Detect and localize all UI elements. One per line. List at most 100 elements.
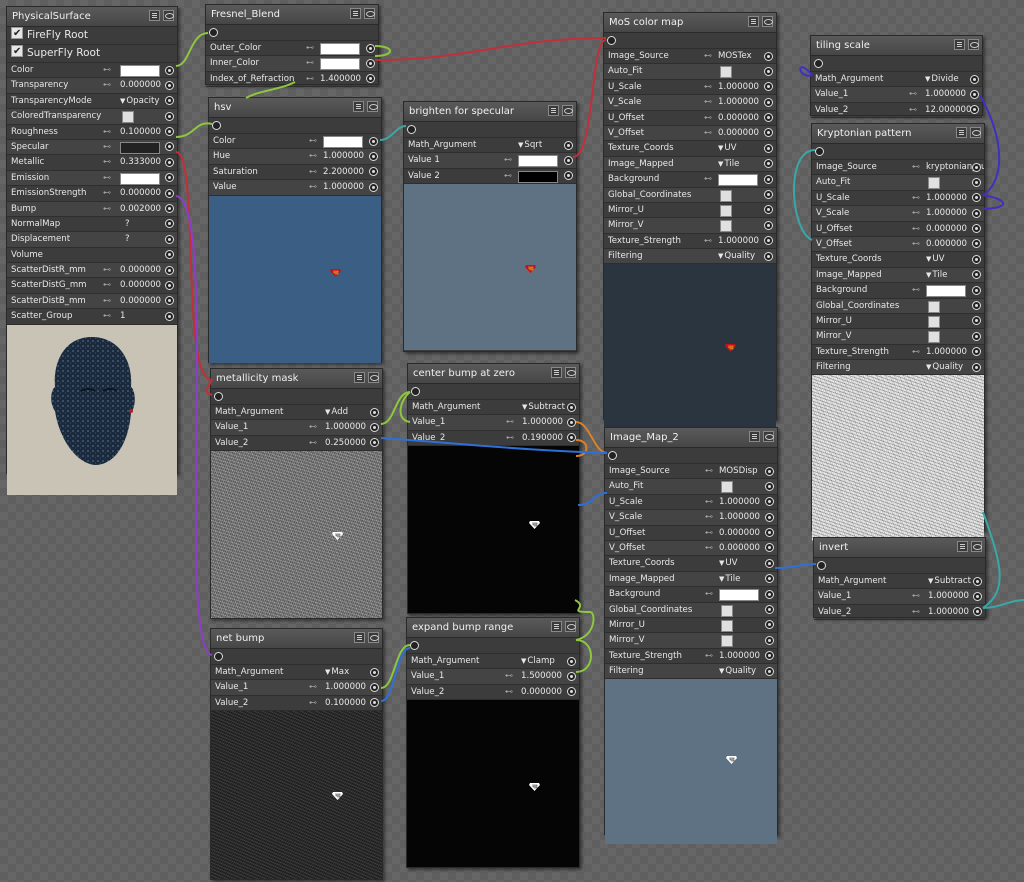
checkbox[interactable] — [720, 220, 732, 233]
checkbox[interactable] — [122, 111, 134, 124]
param-value[interactable]: 12.000000 — [925, 103, 971, 117]
node-menu-icon[interactable] — [551, 367, 562, 378]
key-icon[interactable]: ⊷ — [103, 186, 111, 200]
key-icon[interactable]: ⊷ — [103, 278, 111, 292]
node-menu-icon[interactable] — [956, 127, 967, 138]
param-value[interactable]: 0.100000 — [325, 696, 366, 710]
input-port-icon[interactable] — [972, 362, 981, 372]
param-row[interactable]: U_Offset ⊷ 0.000000 — [812, 222, 984, 237]
param-row[interactable]: Scatter_Group ⊷ 1 — [7, 309, 177, 325]
param-row[interactable]: Math_Argument Max — [211, 665, 382, 681]
param-value[interactable]: ? — [125, 217, 130, 231]
key-icon[interactable]: ⊷ — [306, 56, 314, 70]
param-row[interactable]: V_Offset ⊷ 0.000000 — [604, 125, 776, 142]
input-port-icon[interactable] — [567, 656, 576, 666]
input-port-icon[interactable] — [165, 219, 174, 229]
input-port-icon[interactable] — [972, 270, 981, 280]
key-icon[interactable]: ⊷ — [912, 237, 920, 251]
node-menu-icon[interactable] — [548, 105, 559, 116]
input-port-icon[interactable] — [165, 80, 174, 90]
param-value[interactable]: 1.000000 — [926, 345, 967, 359]
key-icon[interactable]: ⊷ — [704, 234, 712, 248]
input-port-icon[interactable] — [764, 174, 773, 184]
param-value[interactable]: 1.500000 — [521, 669, 562, 683]
input-port-icon[interactable] — [972, 347, 981, 357]
checkbox[interactable] — [720, 66, 732, 79]
key-icon[interactable]: ⊷ — [705, 510, 713, 524]
dropdown[interactable]: UV — [718, 141, 736, 155]
preview-toggle-icon[interactable] — [163, 10, 174, 21]
key-icon[interactable]: ⊷ — [705, 464, 713, 478]
input-port-icon[interactable] — [567, 417, 576, 427]
input-port-icon[interactable] — [765, 497, 774, 507]
node-tiling-scale[interactable]: tiling scale Math_Argument Divide Value_1 ⊷… — [810, 35, 983, 119]
dropdown[interactable]: Add — [325, 405, 348, 419]
input-port-icon[interactable] — [970, 105, 979, 115]
param-row[interactable]: Texture_Coords UV — [604, 141, 776, 157]
node-menu-icon[interactable] — [749, 431, 760, 442]
param-value[interactable]: 1.000000 — [719, 510, 760, 524]
key-icon[interactable]: ⊷ — [506, 431, 514, 445]
node-title-bar[interactable]: hsv — [209, 98, 381, 118]
param-row[interactable]: TransparencyMode Opacity — [7, 94, 177, 110]
input-port-icon[interactable] — [564, 155, 573, 165]
param-value[interactable]: 0.000000 — [120, 263, 161, 277]
key-icon[interactable]: ⊷ — [505, 669, 513, 683]
preview-toggle-icon[interactable] — [562, 105, 573, 116]
dropdown[interactable]: Quality — [719, 664, 756, 678]
param-value[interactable]: 1.000000 — [928, 589, 969, 603]
param-row[interactable]: Math_Argument Sqrt — [404, 138, 576, 154]
dropdown[interactable]: Tile — [718, 157, 739, 171]
param-row[interactable]: U_Scale ⊷ 1.000000 — [604, 80, 776, 96]
input-port-icon[interactable] — [765, 543, 774, 553]
checkbox[interactable] — [720, 189, 732, 202]
param-row[interactable]: Value_2 ⊷ 0.100000 — [211, 696, 382, 712]
input-port-icon[interactable] — [764, 251, 773, 261]
output-port-icon[interactable] — [817, 561, 826, 570]
param-value[interactable]: 1.000000 — [719, 495, 760, 509]
param-value[interactable]: 0.000000 — [719, 541, 760, 555]
dropdown[interactable]: UV — [719, 556, 737, 570]
param-row[interactable]: Mirror_V — [604, 218, 776, 234]
input-port-icon[interactable] — [972, 301, 981, 311]
input-port-icon[interactable] — [165, 142, 174, 152]
param-value[interactable]: 1.000000 — [926, 191, 967, 205]
param-row[interactable]: V_Scale ⊷ 1.000000 — [812, 206, 984, 222]
input-port-icon[interactable] — [366, 58, 375, 68]
input-port-icon[interactable] — [369, 167, 378, 177]
input-port-icon[interactable] — [972, 224, 981, 234]
param-value[interactable]: 0.190000 — [522, 431, 563, 445]
param-row[interactable]: Math_Argument Subtract — [814, 574, 985, 590]
key-icon[interactable]: ⊷ — [103, 171, 111, 185]
input-port-icon[interactable] — [765, 574, 774, 584]
dropdown[interactable]: Quality — [718, 249, 755, 263]
input-port-icon[interactable] — [972, 208, 981, 218]
param-row[interactable]: Mirror_V — [812, 329, 984, 345]
node-center-bump-at-zero[interactable]: center bump at zero Math_Argument Subtrac… — [407, 363, 580, 614]
param-value[interactable]: 0.002000 — [120, 202, 161, 216]
checkbox[interactable] — [721, 481, 733, 494]
key-icon[interactable]: ⊷ — [705, 526, 713, 540]
param-row[interactable]: Math_Argument Add — [211, 405, 382, 421]
checkbox[interactable] — [928, 331, 940, 344]
checkbox[interactable] — [721, 604, 733, 617]
param-row[interactable]: Value_1 ⊷ 1.000000 — [811, 87, 982, 103]
param-row[interactable]: V_Offset ⊷ 0.000000 — [812, 236, 984, 253]
input-port-icon[interactable] — [567, 402, 576, 412]
output-port-icon[interactable] — [214, 392, 223, 401]
input-port-icon[interactable] — [972, 162, 981, 172]
param-row[interactable]: Specular ⊷ — [7, 139, 177, 156]
input-port-icon[interactable] — [165, 250, 174, 260]
param-row[interactable]: Value_1 ⊷ 1.000000 — [211, 680, 382, 696]
param-value[interactable]: 1.400000 — [320, 72, 361, 86]
node-metallicity-mask[interactable]: metallicity mask Math_ArgumentAddValue_1… — [210, 368, 383, 619]
input-port-icon[interactable] — [370, 422, 379, 432]
param-row[interactable]: Image_Mapped Tile — [604, 156, 776, 173]
param-value[interactable]: 0.000000 — [926, 237, 967, 251]
key-icon[interactable]: ⊷ — [704, 111, 712, 125]
input-port-icon[interactable] — [564, 140, 573, 150]
output-port-icon[interactable] — [814, 59, 823, 68]
input-port-icon[interactable] — [972, 316, 981, 326]
input-port-icon[interactable] — [764, 236, 773, 246]
input-port-icon[interactable] — [970, 74, 979, 84]
